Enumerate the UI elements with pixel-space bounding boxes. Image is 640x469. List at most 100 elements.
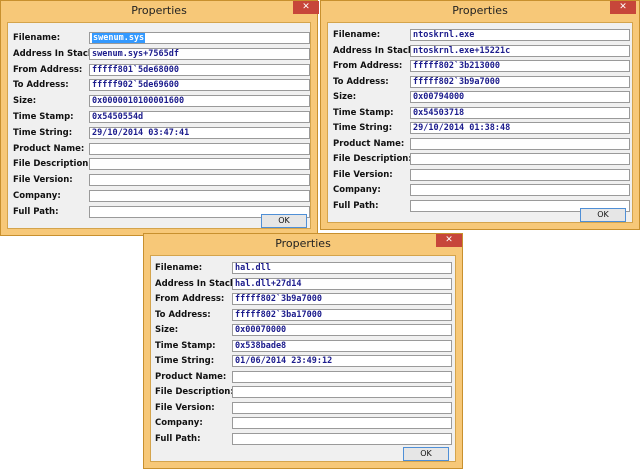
- field-label: Address In Stack:: [13, 49, 97, 59]
- field-value-input[interactable]: [232, 402, 452, 414]
- field-value: 29/10/2014 01:38:48: [413, 123, 511, 133]
- field-value-input[interactable]: fffff802`3ba17000: [232, 309, 452, 321]
- field-value-input[interactable]: swenum.sys+7565df: [89, 48, 310, 60]
- properties-dialog: Properties ✕ Filename: swenum.sys Address In…: [0, 0, 319, 236]
- close-button[interactable]: ✕: [610, 1, 636, 14]
- dialog-title: Properties: [131, 4, 187, 17]
- close-button[interactable]: ✕: [293, 1, 319, 14]
- field-label: Full Path:: [155, 434, 201, 444]
- field-value-input[interactable]: [410, 138, 630, 150]
- properties-dialog: Properties ✕ Filename: ntoskrnl.exe Address …: [320, 0, 640, 230]
- field-value: hal.dll+27d14: [235, 279, 302, 289]
- field-value-input[interactable]: swenum.sys: [89, 32, 310, 44]
- field-value: ntoskrnl.exe: [413, 30, 475, 40]
- dialog-title: Properties: [452, 4, 508, 17]
- field-value: 0x5450554d: [92, 112, 144, 122]
- field-value-input[interactable]: fffff802`3b9a7000: [232, 293, 452, 305]
- field-value: 0x00794000: [413, 92, 465, 102]
- field-value: fffff802`3b9a7000: [413, 77, 500, 87]
- field-label: File Description:: [13, 159, 92, 169]
- field-value-input[interactable]: 0x5450554d: [89, 111, 310, 123]
- field-value: 0x0000010100001600: [92, 96, 185, 106]
- field-label: File Version:: [155, 403, 215, 413]
- field-label: Size:: [155, 325, 179, 335]
- ok-button[interactable]: OK: [580, 208, 626, 222]
- field-value-input[interactable]: [410, 169, 630, 181]
- field-value-input[interactable]: hal.dll: [232, 262, 452, 274]
- field-label: Time Stamp:: [13, 112, 74, 122]
- field-label: Filename:: [155, 263, 203, 273]
- field-value: fffff801`5de68000: [92, 65, 179, 75]
- field-value-input[interactable]: [232, 386, 452, 398]
- field-label: Time String:: [155, 356, 215, 366]
- field-value-input[interactable]: ntoskrnl.exe+15221c: [410, 45, 630, 57]
- field-value-input[interactable]: fffff801`5de68000: [89, 64, 310, 76]
- field-value-input[interactable]: fffff902`5de69600: [89, 79, 310, 91]
- close-button[interactable]: ✕: [436, 234, 462, 247]
- field-value-input[interactable]: [232, 433, 452, 445]
- dialog-body: Filename: swenum.sys Address In Stack: swen…: [7, 22, 311, 229]
- field-value: 29/10/2014 03:47:41: [92, 128, 190, 138]
- field-value-input[interactable]: ntoskrnl.exe: [410, 29, 630, 41]
- field-value: fffff902`5de69600: [92, 80, 179, 90]
- dialog-title: Properties: [275, 237, 331, 250]
- field-label: Company:: [333, 185, 381, 195]
- field-label: Product Name:: [13, 144, 85, 154]
- field-value-input[interactable]: [410, 184, 630, 196]
- field-value: 01/06/2014 23:49:12: [235, 356, 333, 366]
- field-value: fffff802`3b9a7000: [235, 294, 322, 304]
- dialog-body: Filename: ntoskrnl.exe Address In Stack: nt…: [327, 22, 633, 223]
- field-label: Address In Stack:: [155, 279, 239, 289]
- field-value: ntoskrnl.exe+15221c: [413, 46, 511, 56]
- field-label: Address In Stack:: [333, 46, 417, 56]
- field-value-input[interactable]: [89, 174, 310, 186]
- field-value: fffff802`3b213000: [413, 61, 500, 71]
- ok-button[interactable]: OK: [403, 447, 449, 461]
- field-value-input[interactable]: 29/10/2014 01:38:48: [410, 122, 630, 134]
- field-label: Time Stamp:: [333, 108, 394, 118]
- field-label: File Description:: [333, 154, 412, 164]
- selected-text: swenum.sys: [92, 33, 146, 43]
- field-value: 0x00070000: [235, 325, 287, 335]
- field-label: Time String:: [333, 123, 393, 133]
- field-label: Filename:: [333, 30, 381, 40]
- field-value: 0x538bade8: [235, 341, 287, 351]
- field-label: Product Name:: [155, 372, 227, 382]
- field-label: To Address:: [13, 80, 69, 90]
- field-value-input[interactable]: [232, 417, 452, 429]
- close-icon: ✕: [302, 2, 310, 12]
- field-value-input[interactable]: 01/06/2014 23:49:12: [232, 355, 452, 367]
- field-label: Company:: [155, 418, 203, 428]
- field-value: swenum.sys+7565df: [92, 49, 179, 59]
- close-icon: ✕: [619, 2, 627, 12]
- field-label: Size:: [333, 92, 357, 102]
- field-value-input[interactable]: [232, 371, 452, 383]
- field-value-input[interactable]: 0x00070000: [232, 324, 452, 336]
- field-label: Full Path:: [333, 201, 379, 211]
- dialog-body: Filename: hal.dll Address In Stack: hal.dll…: [150, 255, 456, 462]
- field-label: Company:: [13, 191, 61, 201]
- field-value: fffff802`3ba17000: [235, 310, 322, 320]
- field-value-input[interactable]: 0x538bade8: [232, 340, 452, 352]
- field-value-input[interactable]: fffff802`3b213000: [410, 60, 630, 72]
- field-label: To Address:: [333, 77, 389, 87]
- field-value-input[interactable]: hal.dll+27d14: [232, 278, 452, 290]
- field-value: hal.dll: [235, 263, 271, 273]
- field-value-input[interactable]: 0x00794000: [410, 91, 630, 103]
- close-icon: ✕: [445, 235, 453, 245]
- field-label: Time String:: [13, 128, 73, 138]
- field-value-input[interactable]: [89, 190, 310, 202]
- field-value-input[interactable]: 29/10/2014 03:47:41: [89, 127, 310, 139]
- field-label: From Address:: [333, 61, 403, 71]
- field-value-input[interactable]: [410, 153, 630, 165]
- field-value-input[interactable]: [89, 158, 310, 170]
- field-label: File Description:: [155, 387, 234, 397]
- ok-button[interactable]: OK: [261, 214, 307, 228]
- field-value-input[interactable]: 0x54503718: [410, 107, 630, 119]
- field-value-input[interactable]: [89, 143, 310, 155]
- field-label: Size:: [13, 96, 37, 106]
- field-label: From Address:: [13, 65, 83, 75]
- field-value-input[interactable]: fffff802`3b9a7000: [410, 76, 630, 88]
- properties-dialog: Properties ✕ Filename: hal.dll Address In St…: [143, 233, 463, 469]
- field-value-input[interactable]: 0x0000010100001600: [89, 95, 310, 107]
